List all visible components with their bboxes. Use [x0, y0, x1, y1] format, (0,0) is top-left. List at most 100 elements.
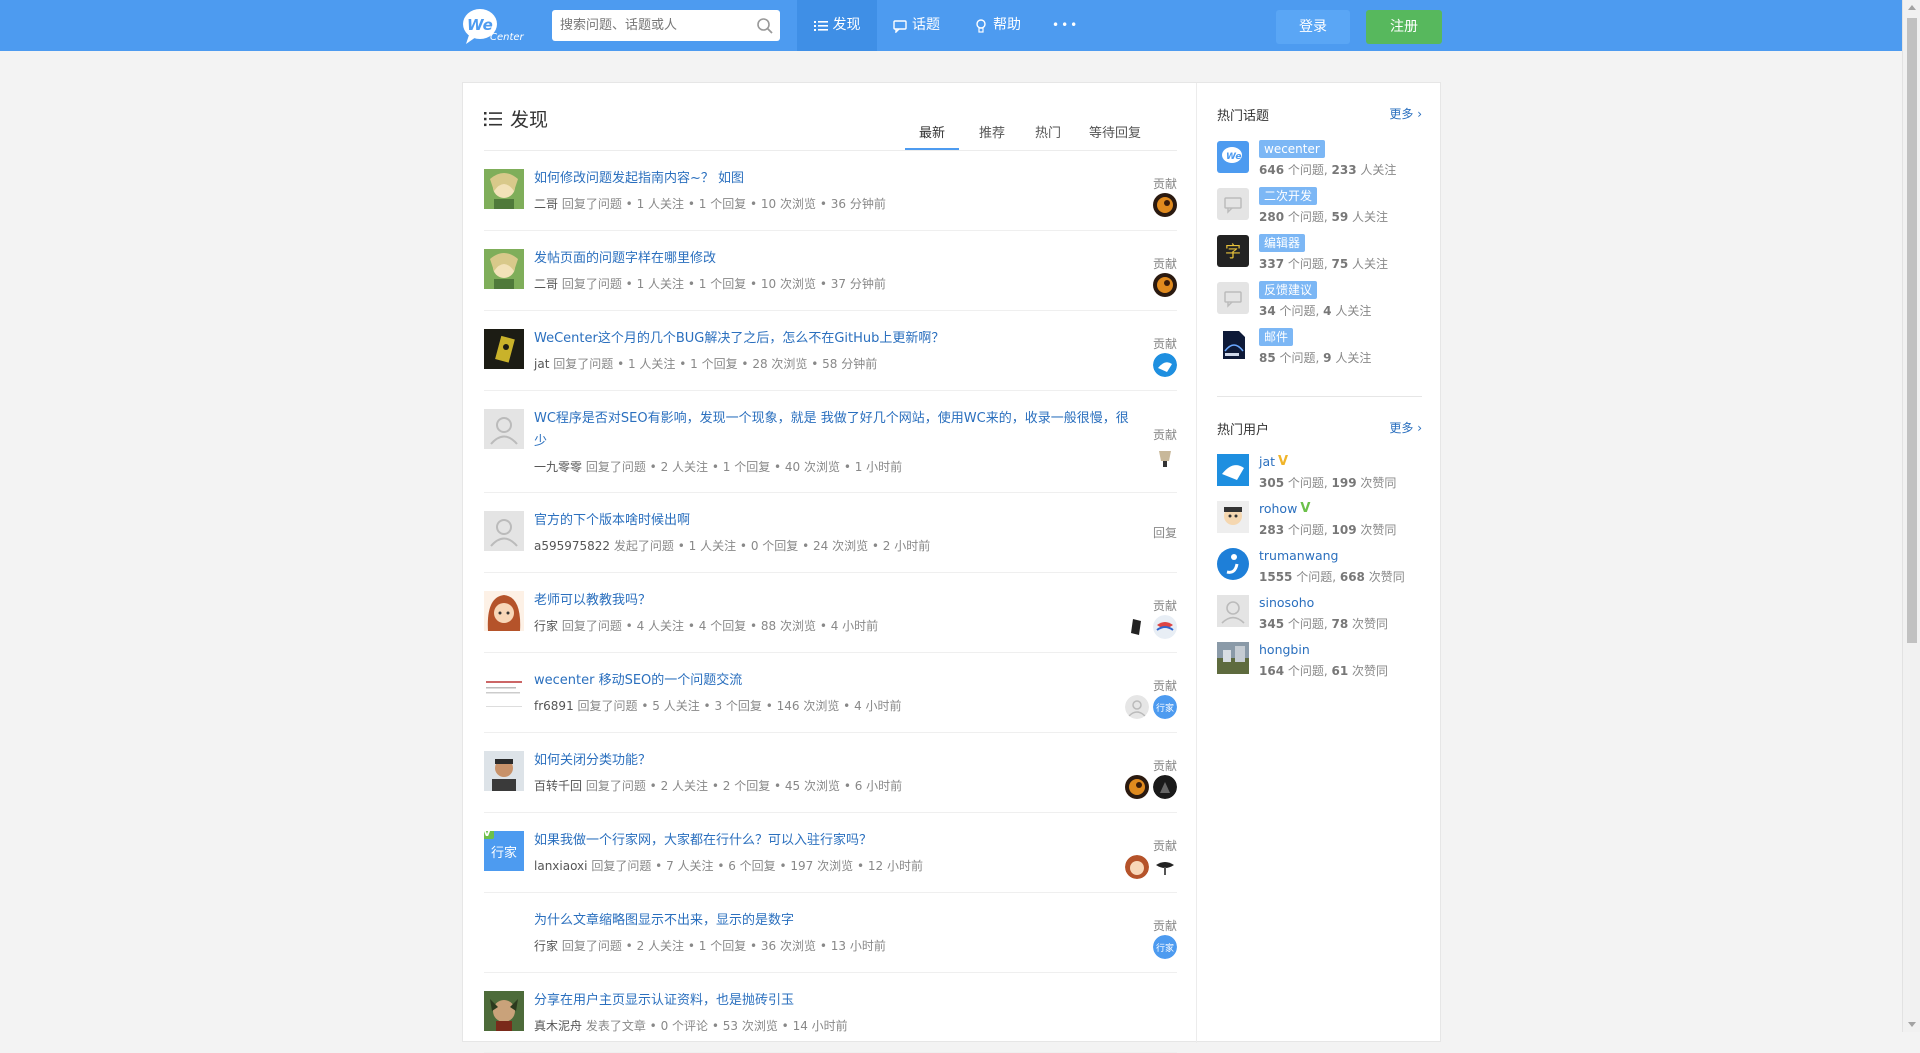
user-link[interactable]: 二哥 — [534, 197, 558, 211]
user-link[interactable]: fr6891 — [534, 699, 574, 713]
scroll-down-arrow-icon[interactable] — [1908, 1022, 1916, 1027]
user-question-count: 305 — [1259, 476, 1285, 490]
user-name: hongbin — [1259, 642, 1310, 657]
user-link[interactable]: rohow V — [1259, 501, 1310, 516]
hot-topics-more-link[interactable]: 更多 › — [1389, 105, 1422, 122]
topic-stats: 34 个问题, 4 人关注 — [1259, 302, 1371, 319]
avatar[interactable] — [1217, 454, 1249, 486]
avatar[interactable] — [1217, 642, 1249, 674]
user-agree-unit: 次赞同 — [1356, 523, 1397, 537]
login-button[interactable]: 登录 — [1276, 10, 1350, 44]
avatar[interactable] — [484, 169, 524, 209]
avatar[interactable] — [484, 511, 524, 551]
question-title[interactable]: 为什么文章缩略图显示不出来，显示的是数字 — [534, 909, 1134, 932]
contributor-avatar[interactable] — [1125, 775, 1149, 799]
user-link[interactable]: a595975822 — [534, 539, 610, 553]
question-title[interactable]: wecenter 移动SEO的一个问题交流 — [534, 669, 1134, 692]
avatar[interactable] — [1217, 501, 1249, 533]
topic-stats: 280 个问题, 59 人关注 — [1259, 208, 1388, 225]
question-title[interactable]: 发帖页面的问题字样在哪里修改 — [534, 247, 1134, 270]
nav-more[interactable]: ••• — [1052, 0, 1079, 51]
contributor-avatar[interactable] — [1153, 353, 1177, 377]
contributor-avatar[interactable] — [1125, 695, 1149, 719]
topic-stats: 85 个问题, 9 人关注 — [1259, 349, 1371, 366]
contributor-avatar[interactable] — [1125, 615, 1149, 639]
user-link[interactable]: 行家 — [534, 939, 558, 953]
contributor-label: 贡献 — [1152, 428, 1177, 442]
chat-bubble-icon[interactable] — [1217, 282, 1249, 314]
scroll-up-arrow-icon[interactable] — [1908, 5, 1916, 10]
contributor-label: 贡献 — [1152, 337, 1177, 351]
user-link[interactable]: sinosoho — [1259, 595, 1314, 610]
tab-waiting-reply[interactable]: 等待回复 — [1084, 120, 1146, 148]
question-title[interactable]: 如何关闭分类功能？ — [534, 749, 1134, 772]
search-input[interactable] — [552, 10, 750, 41]
topic-tag[interactable]: 邮件 — [1259, 328, 1294, 346]
contributor-avatar[interactable] — [1153, 445, 1177, 469]
user-link[interactable]: lanxiaoxi — [534, 859, 588, 873]
question-title[interactable]: 官方的下个版本啥时候出啊 — [534, 509, 1134, 532]
contributor-avatar[interactable] — [1153, 775, 1177, 799]
avatar[interactable] — [1217, 548, 1249, 580]
tab-recommended[interactable]: 推荐 — [972, 120, 1012, 148]
article-title[interactable]: 分享在用户主页显示认证资料，也是抛砖引玉 — [534, 989, 1134, 1012]
hot-users-more-link[interactable]: 更多 › — [1389, 419, 1422, 436]
question-title[interactable]: 如果我做一个行家网，大家都在行什么？可以入驻行家吗？ — [534, 829, 1134, 852]
nav-help[interactable]: 帮助 — [974, 0, 1021, 51]
avatar[interactable] — [484, 751, 524, 791]
contributor-avatar[interactable] — [1153, 193, 1177, 217]
wecenter-topic-icon[interactable]: We — [1217, 141, 1249, 173]
wecenter-logo[interactable]: We Center — [460, 6, 530, 46]
nav-discover[interactable]: 发现 — [797, 0, 877, 51]
contributor-avatar[interactable]: 行家 — [1153, 935, 1177, 959]
question-title[interactable]: 老师可以教教我吗？ — [534, 589, 1134, 612]
page-scrollbar[interactable] — [1902, 0, 1920, 1032]
avatar[interactable] — [484, 671, 524, 711]
user-link[interactable]: 二哥 — [534, 277, 558, 291]
avatar[interactable] — [484, 591, 524, 631]
tab-hot[interactable]: 热门 — [1030, 120, 1066, 148]
search-icon[interactable] — [756, 17, 774, 35]
avatar[interactable] — [1217, 595, 1249, 627]
follow-count: 5 人关注 — [652, 699, 700, 713]
contributor-avatar[interactable] — [1125, 855, 1149, 879]
chat-bubble-icon[interactable] — [1217, 188, 1249, 220]
user-link[interactable]: jat — [534, 357, 549, 371]
avatar[interactable]: 行家 V — [480, 825, 524, 871]
contributor-avatar[interactable] — [1153, 855, 1177, 879]
question-title[interactable]: 如何修改问题发起指南内容~？ 如图 — [534, 167, 1134, 190]
register-button[interactable]: 注册 — [1366, 10, 1442, 44]
topic-tag[interactable]: wecenter — [1259, 140, 1325, 158]
user-link[interactable]: 行家 — [534, 619, 558, 633]
topic-tag[interactable]: 反馈建议 — [1259, 281, 1318, 299]
avatar[interactable] — [484, 409, 524, 449]
timestamp: 6 小时前 — [854, 779, 903, 793]
user-link[interactable]: trumanwang — [1259, 548, 1338, 563]
topic-tag[interactable]: 编辑器 — [1259, 234, 1306, 252]
topic-stats: 337 个问题, 75 人关注 — [1259, 255, 1388, 272]
user-link[interactable]: 百转千回 — [534, 779, 582, 793]
question-title[interactable]: WeCenter这个月的几个BUG解决了之后，怎么不在GitHub上更新啊？ — [534, 327, 1134, 350]
topic-tag[interactable]: 二次开发 — [1259, 187, 1318, 205]
user-link[interactable]: hongbin — [1259, 642, 1310, 657]
contributor-avatar[interactable]: 行家 — [1153, 695, 1177, 719]
action-text: 回复了问题 — [561, 939, 622, 953]
avatar[interactable] — [484, 249, 524, 289]
contributor-avatar[interactable] — [1153, 273, 1177, 297]
nav-topics[interactable]: 话题 — [893, 0, 940, 51]
question-title[interactable]: WC程序是否对SEO有影响，发现一个现象，就是 我做了好几个网站，使用WC来的，… — [534, 407, 1134, 453]
user-link[interactable]: 真木泥舟 — [534, 1019, 582, 1033]
editor-topic-icon[interactable]: 字 — [1217, 235, 1249, 267]
view-count: 28 次浏览 — [752, 357, 808, 371]
scrollbar-thumb[interactable] — [1907, 18, 1917, 643]
avatar[interactable] — [484, 329, 524, 369]
topic-follow-unit: 人关注 — [1348, 210, 1389, 224]
contributor-avatar[interactable] — [1153, 615, 1177, 639]
user-link[interactable]: 一九零零 — [534, 460, 582, 474]
user-link[interactable]: jat V — [1259, 454, 1288, 469]
tab-latest[interactable]: 最新 — [905, 120, 959, 150]
topic-follow-unit: 人关注 — [1356, 163, 1397, 177]
mail-topic-icon[interactable] — [1217, 329, 1249, 361]
avatar[interactable] — [484, 991, 524, 1031]
user-agree-count: 109 — [1331, 523, 1357, 537]
